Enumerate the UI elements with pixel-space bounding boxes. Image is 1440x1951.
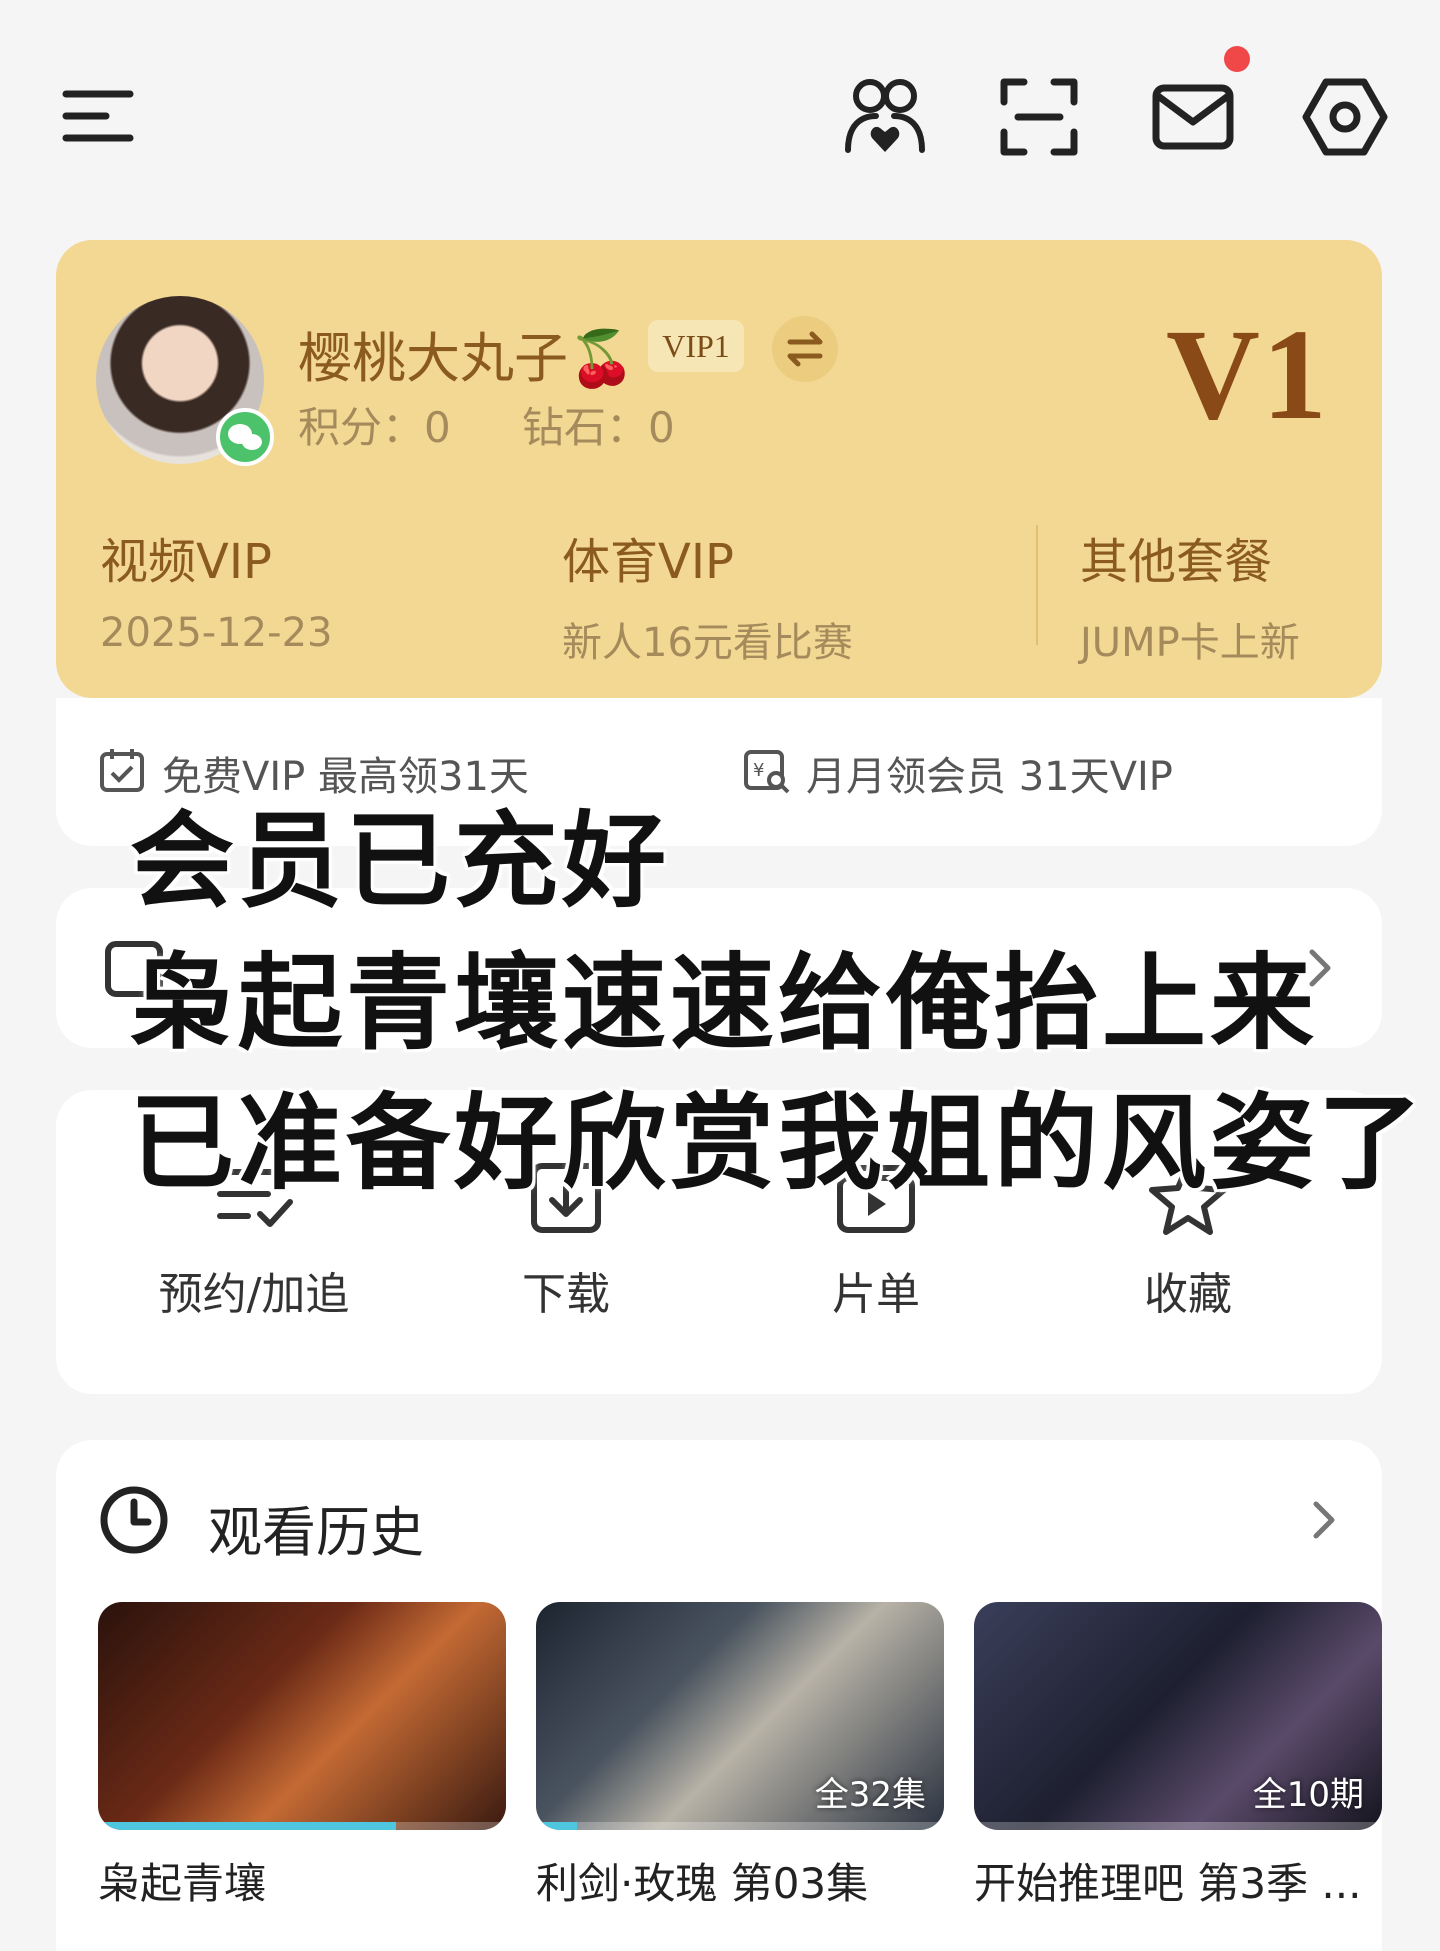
overlay-caption-line: 枭起青壤速速给俺抬上来: [130, 942, 1319, 1064]
action-label: 收藏: [1144, 1269, 1232, 1320]
wechat-icon: [216, 408, 274, 466]
coupon-icon: ¥: [744, 750, 790, 794]
package-sports-vip[interactable]: 体育VIP 新人16元看比赛: [562, 522, 853, 668]
package-video-vip[interactable]: 视频VIP 2025-12-23: [100, 522, 332, 656]
package-subtitle: 新人16元看比赛: [562, 620, 853, 666]
history-item-title: 枭起青壤: [98, 1859, 267, 1908]
history-thumbnail[interactable]: [98, 1602, 506, 1830]
progress-track: [974, 1822, 1382, 1830]
history-thumbnail[interactable]: 全10期: [974, 1602, 1382, 1830]
progress-bar: [536, 1822, 577, 1830]
switch-icon[interactable]: [772, 316, 838, 382]
menu-icon[interactable]: [62, 86, 134, 146]
vip-level-tag: VIP1: [648, 320, 744, 372]
history-title: 观看历史: [208, 1501, 424, 1564]
progress-track: [536, 1822, 944, 1830]
episode-count-badge: 全32集: [814, 1775, 926, 1815]
package-subtitle: JUMP卡上新: [1080, 620, 1300, 666]
package-subtitle: 2025-12-23: [100, 610, 333, 656]
package-title: 视频VIP: [100, 534, 272, 590]
action-label: 预约/加追: [158, 1269, 350, 1320]
progress-bar: [98, 1822, 396, 1830]
monthly-vip-promo[interactable]: 月月领会员 31天VIP: [806, 744, 1173, 802]
action-label: 下载: [522, 1269, 610, 1320]
package-title: 其他套餐: [1080, 534, 1273, 590]
top-bar: [0, 0, 1440, 200]
history-item-title: 开始推理吧 第3季 ...: [974, 1859, 1362, 1908]
history-item-title: 利剑·玫瑰 第03集: [536, 1859, 869, 1908]
package-title: 体育VIP: [562, 534, 734, 590]
member-level: V1: [1166, 303, 1329, 447]
package-other[interactable]: 其他套餐 JUMP卡上新: [1080, 522, 1300, 668]
history-thumbnail[interactable]: 全32集: [536, 1602, 944, 1830]
scan-icon[interactable]: [996, 74, 1082, 160]
vip-card[interactable]: 樱桃大丸子🍒 VIP1 积分：0 钻石：0 V1 视频VIP 2025-12-2…: [56, 240, 1382, 698]
settings-icon[interactable]: [1302, 74, 1388, 160]
family-icon[interactable]: [842, 74, 928, 160]
diamonds-value: 钻石：0: [522, 403, 675, 452]
svg-text:¥: ¥: [753, 760, 764, 781]
notification-dot: [1224, 46, 1250, 72]
chevron-right-icon[interactable]: [1304, 1496, 1344, 1544]
overlay-caption-line: 已准备好欣赏我姐的风姿了: [130, 1082, 1427, 1204]
user-name: 樱桃大丸子🍒: [298, 327, 636, 390]
action-label: 片单: [832, 1269, 920, 1320]
divider: [1036, 525, 1038, 645]
mail-icon[interactable]: [1150, 74, 1236, 160]
clock-icon: [100, 1486, 168, 1554]
episode-count-badge: 全10期: [1252, 1775, 1364, 1815]
points-value: 积分：0: [298, 403, 451, 452]
overlay-caption-line: 会员已充好: [130, 800, 671, 922]
